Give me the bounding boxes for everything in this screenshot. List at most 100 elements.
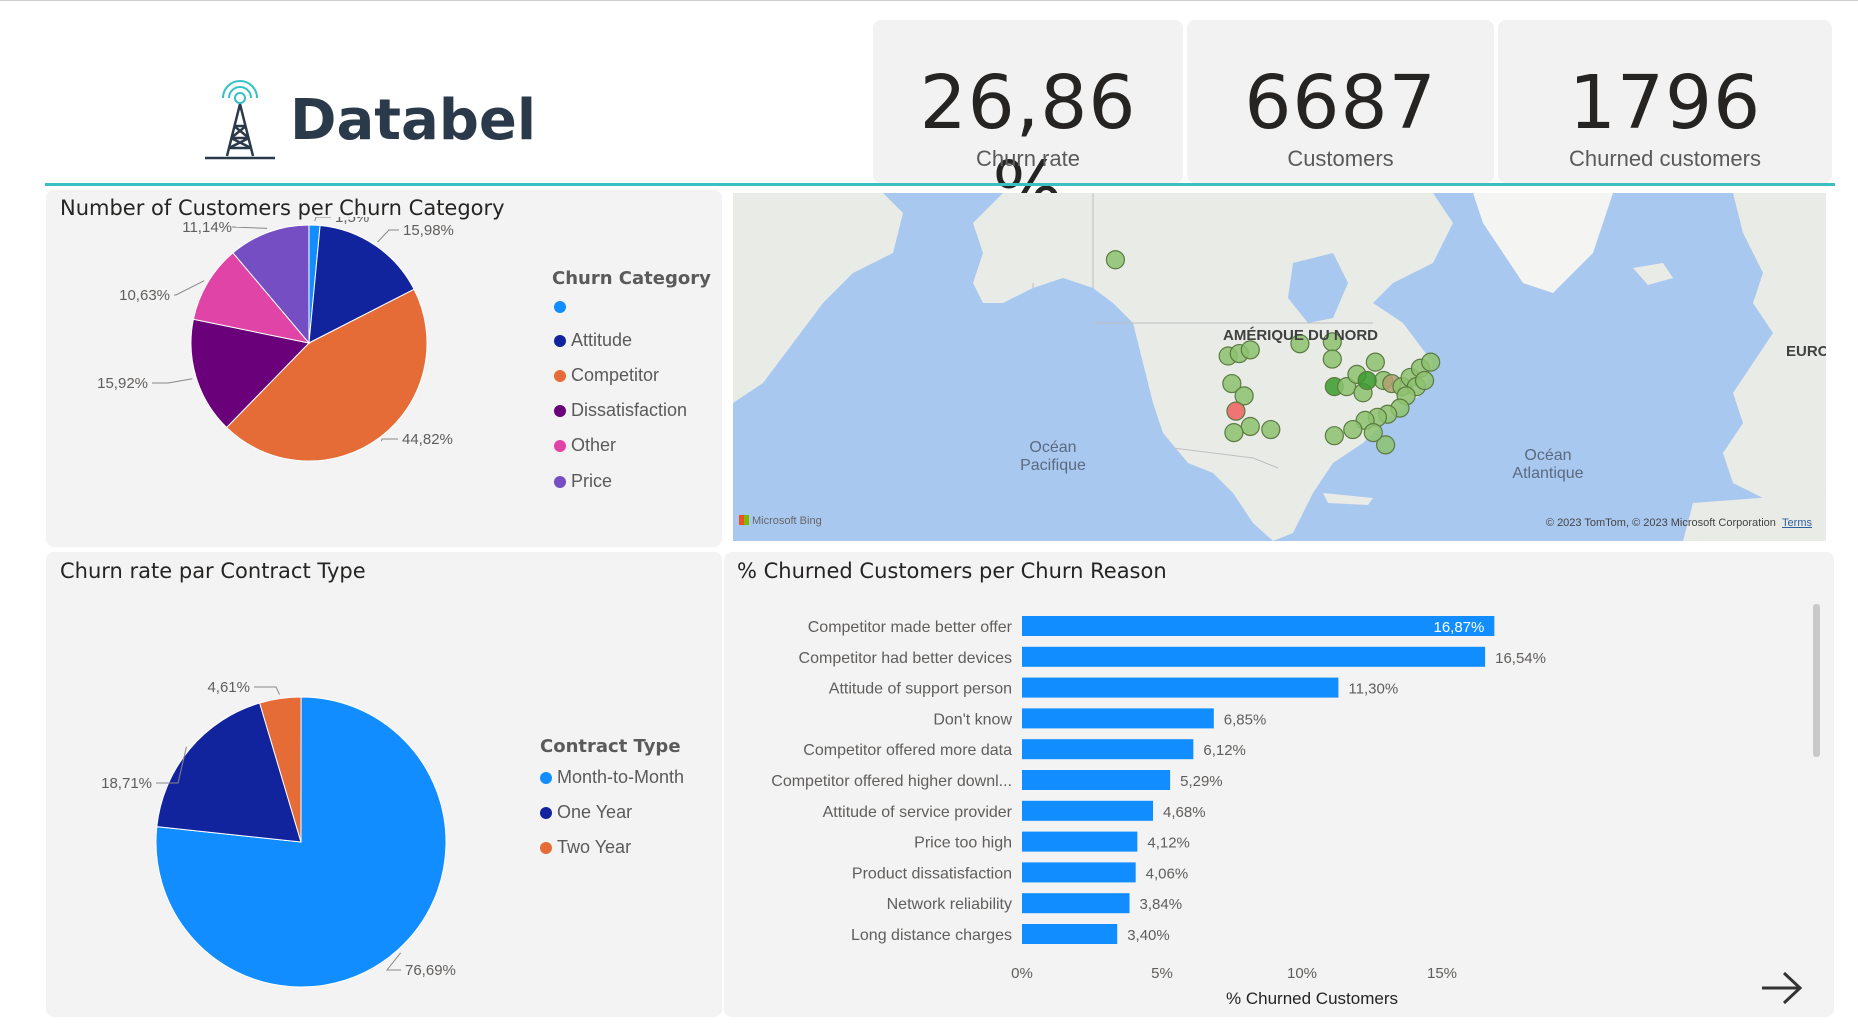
arrow-right-icon[interactable]	[1758, 968, 1808, 1008]
category-label: Attitude of service provider	[823, 804, 1013, 821]
legend-item[interactable]: Month-to-Month	[540, 767, 684, 788]
data-label: 15,92%	[97, 375, 148, 392]
category-label: Competitor offered more data	[803, 742, 1012, 759]
leader-line	[254, 686, 281, 695]
map-bubble[interactable]	[1226, 401, 1246, 421]
map-bubble[interactable]	[1261, 419, 1281, 440]
legend-item[interactable]	[554, 296, 571, 317]
legend-item[interactable]: Attitude	[554, 330, 632, 351]
map-region-label: AMÉRIQUE DU NORD	[1223, 327, 1379, 344]
bar[interactable]	[1022, 800, 1154, 821]
data-label: 3,84%	[1140, 896, 1183, 913]
contract-type-pie[interactable]: 76,69% 18,71% 4,61%	[46, 574, 546, 1014]
data-label: 15,98%	[403, 222, 454, 239]
churn-category-panel[interactable]: Number of Customers per Churn Category 1…	[46, 190, 722, 547]
data-label: 18,71%	[101, 775, 152, 792]
kpi-card-customers: 6687 Customers	[1187, 20, 1494, 183]
ocean-label-pacific: Océan Pacifique	[1020, 439, 1086, 474]
x-tick-label: 5%	[1151, 965, 1173, 982]
data-label: 1,5%	[335, 217, 369, 226]
scrollbar-thumb[interactable]	[1813, 604, 1820, 757]
map-bubble[interactable]	[1322, 349, 1342, 369]
kpi-label: Churned customers	[1569, 146, 1761, 171]
map-bubble[interactable]	[1224, 423, 1244, 443]
data-label: 4,68%	[1163, 804, 1206, 821]
legend-label: Other	[571, 435, 617, 455]
data-label: 11,30%	[1348, 681, 1398, 698]
legend-title: Contract Type	[540, 736, 681, 757]
x-tick-label: 15%	[1427, 965, 1457, 982]
bar[interactable]	[1022, 893, 1130, 914]
map-bubbles[interactable]	[733, 193, 1826, 541]
data-label: 16,87%	[1433, 619, 1484, 636]
data-label: 3,40%	[1127, 927, 1170, 944]
bar[interactable]	[1022, 616, 1495, 636]
legend-dot	[554, 440, 566, 452]
legend-dot	[540, 807, 552, 819]
data-label: 76,69%	[405, 962, 456, 979]
bar[interactable]	[1022, 739, 1194, 760]
map-bubble[interactable]	[1105, 250, 1126, 270]
map-bubble[interactable]	[1421, 352, 1441, 372]
tower-icon	[205, 80, 275, 160]
legend-label: Competitor	[571, 365, 660, 385]
brand-name: Databel	[290, 88, 537, 153]
churn-category-pie[interactable]: 1,5% 15,98% 44,82% 15,92% 10,63% 11,14%	[46, 217, 526, 547]
leader-line	[314, 217, 331, 222]
bar[interactable]	[1022, 708, 1214, 729]
data-label: 6,12%	[1203, 742, 1246, 759]
bing-logo: Microsoft Bing	[739, 515, 822, 527]
data-label: 10,63%	[119, 287, 170, 304]
data-label: 16,54%	[1495, 650, 1546, 667]
customers-map[interactable]: AMÉRIQUE DU NORD Océan Pacifique Océan A…	[733, 193, 1826, 541]
category-label: Don't know	[933, 711, 1012, 728]
map-europe-label: EURO	[1786, 343, 1826, 360]
legend-dot	[554, 476, 566, 488]
map-bubble[interactable]	[1343, 419, 1363, 440]
data-label: 6,85%	[1224, 711, 1267, 728]
legend-dot	[554, 335, 566, 347]
bar[interactable]	[1022, 770, 1171, 790]
copyright-text: © 2023 TomTom, © 2023 Microsoft Corporat…	[1545, 517, 1776, 529]
map-bubble[interactable]	[1365, 352, 1385, 372]
category-label: Product dissatisfaction	[852, 865, 1012, 882]
category-label: Competitor made better offer	[808, 619, 1013, 636]
bar[interactable]	[1022, 862, 1136, 883]
category-label: Competitor offered higher downl...	[771, 773, 1012, 790]
kpi-value: 1796	[1568, 60, 1762, 146]
churn-reason-bar-chart[interactable]: Competitor made better offer 16,87% Compet…	[724, 552, 1804, 1012]
legend-label: Two Year	[557, 837, 632, 857]
category-label: Long distance charges	[851, 927, 1012, 944]
legend-label: One Year	[557, 802, 633, 822]
map-bubble[interactable]	[1357, 370, 1377, 391]
map-bubble[interactable]	[1240, 416, 1260, 437]
category-label: Price too high	[914, 835, 1012, 852]
bar[interactable]	[1022, 831, 1138, 852]
legend-item[interactable]: Competitor	[554, 365, 659, 386]
legend-dot	[554, 370, 566, 382]
legend-item[interactable]: One Year	[540, 802, 632, 823]
legend-item[interactable]: Two Year	[540, 837, 631, 858]
bar[interactable]	[1022, 646, 1486, 667]
bar[interactable]	[1022, 924, 1118, 944]
category-label: Competitor had better devices	[799, 650, 1012, 667]
brand-logo: Databel	[195, 78, 536, 168]
map-attribution: © 2023 TomTom, © 2023 Microsoft Corporat…	[1546, 517, 1812, 529]
x-tick-label: 10%	[1287, 965, 1317, 982]
legend-label: Month-to-Month	[557, 767, 685, 787]
top-border	[0, 0, 1858, 1]
legend-item[interactable]: Other	[554, 435, 616, 456]
data-label: 11,14%	[182, 219, 232, 236]
legend-item[interactable]: Dissatisfaction	[554, 400, 687, 421]
legend-item[interactable]: Price	[554, 471, 612, 492]
map-bubble[interactable]	[1363, 423, 1383, 443]
leader-line	[231, 226, 268, 229]
kpi-label: Churn rate	[976, 146, 1080, 171]
map-bubble[interactable]	[1324, 426, 1344, 446]
map-bubble[interactable]	[1414, 370, 1435, 391]
churn-reason-panel[interactable]: % Churned Customers per Churn Reason Com…	[724, 552, 1834, 1017]
contract-type-panel[interactable]: Churn rate par Contract Type 76,69% 18,71…	[46, 552, 722, 1017]
terms-link[interactable]: Terms	[1782, 517, 1812, 529]
category-label: Attitude of support person	[829, 681, 1012, 698]
bar[interactable]	[1022, 677, 1339, 698]
